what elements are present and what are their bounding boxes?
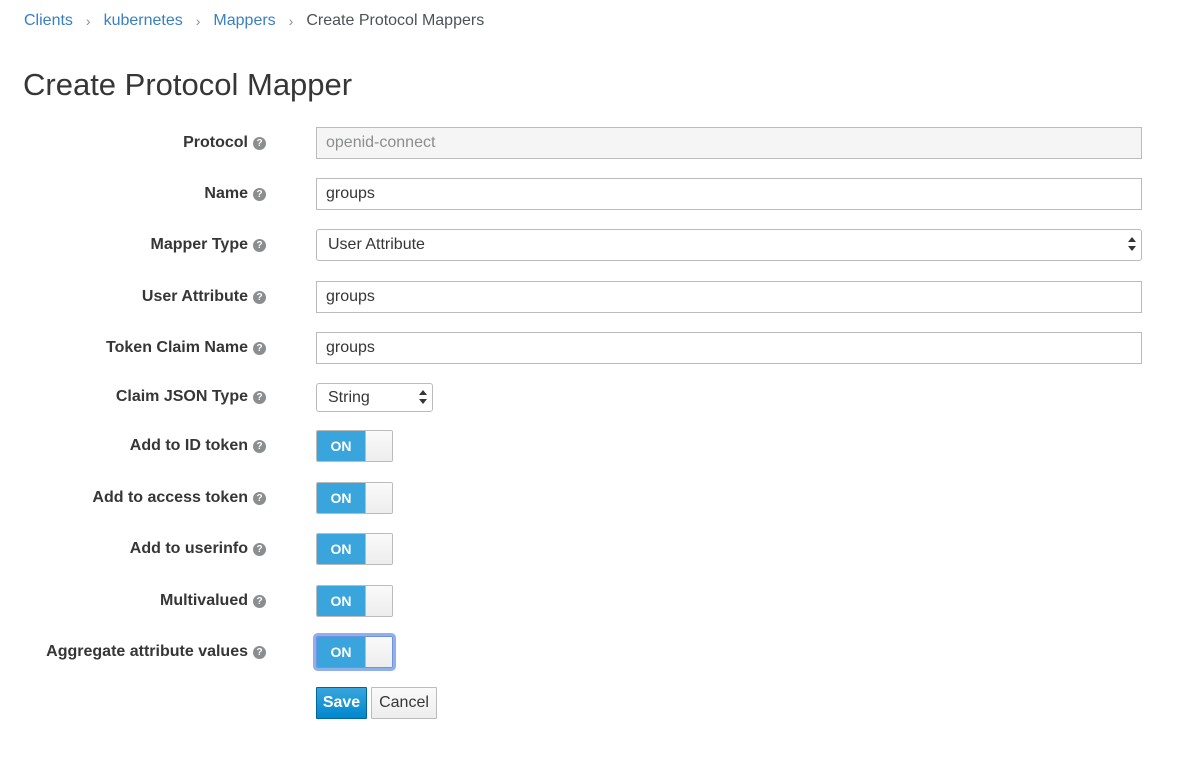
- question-circle-icon[interactable]: ?: [253, 136, 266, 150]
- name-row: Name ? groups: [0, 177, 1200, 211]
- mapper-type-select[interactable]: User Attribute: [316, 229, 1142, 261]
- toggle-on-label: ON: [317, 637, 365, 667]
- breadcrumb-separator: ›: [85, 13, 91, 29]
- mapper-type-label-group: Mapper Type ?: [150, 228, 266, 262]
- aggregate-attribute-values-label: Aggregate attribute values: [46, 643, 248, 660]
- add-to-userinfo-label: Add to userinfo: [129, 540, 248, 557]
- claim-json-type-value: String: [328, 388, 370, 406]
- multivalued-toggle[interactable]: ON: [316, 585, 393, 617]
- add-to-access-token-label: Add to access token: [92, 489, 248, 506]
- user-attribute-row: User Attribute ? groups: [0, 280, 1200, 314]
- claim-json-type-label: Claim JSON Type: [115, 388, 248, 405]
- toggle-knob: [365, 586, 392, 616]
- breadcrumb-mappers-link[interactable]: Mappers: [213, 12, 275, 30]
- select-arrows-icon: [419, 390, 427, 406]
- add-to-access-token-label-group: Add to access token ?: [92, 481, 266, 515]
- protocol-field: openid-connect: [316, 127, 1142, 159]
- breadcrumb-clients-link[interactable]: Clients: [24, 12, 73, 30]
- add-to-access-token-row: Add to access token ? ON: [0, 481, 1200, 515]
- toggle-on-label: ON: [317, 586, 365, 616]
- add-to-access-token-toggle[interactable]: ON: [316, 482, 393, 514]
- breadcrumb-separator: ›: [288, 13, 294, 29]
- token-claim-name-label-group: Token Claim Name ?: [106, 331, 266, 365]
- toggle-on-label: ON: [317, 483, 365, 513]
- aggregate-attribute-values-label-group: Aggregate attribute values ?: [46, 635, 266, 669]
- question-circle-icon[interactable]: ?: [253, 341, 266, 355]
- form-actions: Save Cancel: [0, 687, 1200, 719]
- claim-json-type-row: Claim JSON Type ? String: [0, 380, 1200, 414]
- toggle-on-label: ON: [317, 431, 365, 461]
- name-label-group: Name ?: [204, 177, 266, 211]
- save-button[interactable]: Save: [316, 687, 367, 719]
- add-to-id-token-label: Add to ID token: [129, 437, 248, 454]
- multivalued-label: Multivalued: [159, 592, 248, 609]
- page-title: Create Protocol Mapper: [23, 67, 353, 102]
- add-to-id-token-row: Add to ID token ? ON: [0, 429, 1200, 463]
- select-arrows-icon: [1128, 237, 1136, 253]
- protocol-label-group: Protocol ?: [183, 126, 266, 160]
- breadcrumb: Clients › kubernetes › Mappers › Create …: [24, 10, 484, 32]
- mapper-type-row: Mapper Type ? User Attribute: [0, 228, 1200, 262]
- mapper-type-value: User Attribute: [328, 236, 425, 253]
- breadcrumb-separator: ›: [195, 13, 201, 29]
- add-to-id-token-toggle[interactable]: ON: [316, 430, 393, 462]
- claim-json-type-select[interactable]: String: [316, 383, 433, 412]
- name-label: Name: [204, 185, 248, 202]
- question-circle-icon[interactable]: ?: [253, 645, 266, 659]
- aggregate-attribute-values-toggle[interactable]: ON: [316, 636, 393, 668]
- question-circle-icon[interactable]: ?: [253, 439, 266, 453]
- user-attribute-field[interactable]: groups: [316, 281, 1142, 313]
- add-to-userinfo-label-group: Add to userinfo ?: [130, 532, 266, 566]
- question-circle-icon[interactable]: ?: [253, 594, 266, 608]
- question-circle-icon[interactable]: ?: [253, 238, 266, 252]
- token-claim-name-label: Token Claim Name: [106, 339, 248, 356]
- user-attribute-label: User Attribute: [141, 288, 248, 305]
- toggle-knob: [365, 431, 392, 461]
- cancel-button[interactable]: Cancel: [371, 687, 437, 719]
- user-attribute-label-group: User Attribute ?: [142, 280, 266, 314]
- toggle-knob: [365, 637, 392, 667]
- add-to-userinfo-row: Add to userinfo ? ON: [0, 532, 1200, 566]
- protocol-row: Protocol ? openid-connect: [0, 126, 1200, 160]
- breadcrumb-kubernetes-link[interactable]: kubernetes: [104, 12, 183, 30]
- question-circle-icon[interactable]: ?: [253, 542, 266, 556]
- claim-json-type-label-group: Claim JSON Type ?: [116, 380, 266, 414]
- toggle-on-label: ON: [317, 534, 365, 564]
- multivalued-label-group: Multivalued ?: [160, 584, 266, 618]
- mapper-type-label: Mapper Type: [150, 236, 249, 253]
- protocol-label: Protocol: [183, 134, 248, 151]
- aggregate-attribute-values-row: Aggregate attribute values ? ON: [0, 635, 1200, 669]
- toggle-knob: [365, 534, 392, 564]
- question-circle-icon[interactable]: ?: [253, 491, 266, 505]
- add-to-id-token-label-group: Add to ID token ?: [130, 429, 266, 463]
- name-field[interactable]: groups: [316, 178, 1142, 210]
- toggle-knob: [365, 483, 392, 513]
- breadcrumb-current: Create Protocol Mappers: [306, 12, 485, 29]
- question-circle-icon[interactable]: ?: [253, 187, 266, 201]
- question-circle-icon[interactable]: ?: [253, 290, 266, 304]
- token-claim-name-field[interactable]: groups: [316, 332, 1142, 364]
- question-circle-icon[interactable]: ?: [253, 390, 266, 404]
- add-to-userinfo-toggle[interactable]: ON: [316, 533, 393, 565]
- multivalued-row: Multivalued ? ON: [0, 584, 1200, 618]
- token-claim-name-row: Token Claim Name ? groups: [0, 331, 1200, 365]
